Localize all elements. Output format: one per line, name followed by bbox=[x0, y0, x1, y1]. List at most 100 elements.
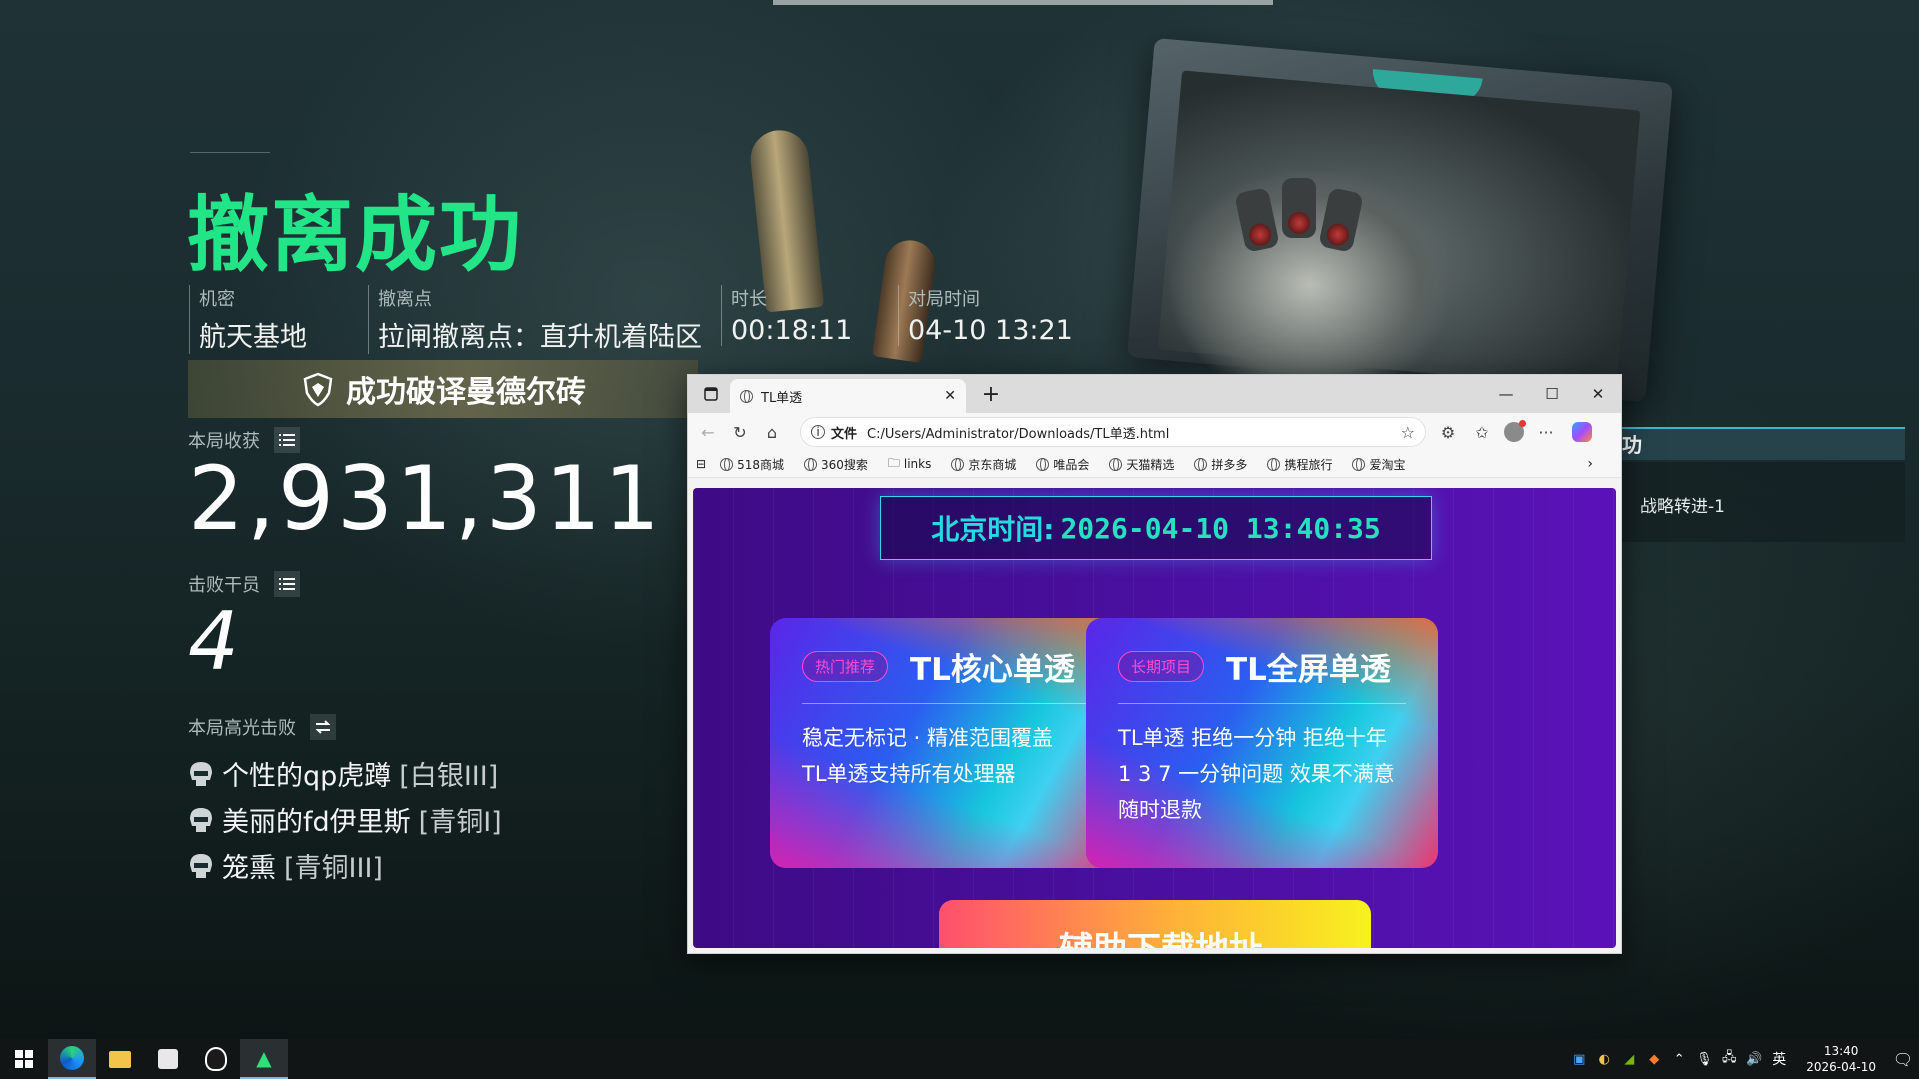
chevron-right-icon[interactable]: › bbox=[1587, 456, 1593, 472]
ime-indicator[interactable]: 英 bbox=[1771, 1051, 1787, 1068]
globe-icon bbox=[1036, 457, 1050, 471]
card-header: 长期项目 TL全屏单透 bbox=[1118, 644, 1406, 704]
bookmark-item[interactable]: 360搜索 bbox=[803, 456, 868, 473]
kills-value: 4 bbox=[188, 595, 239, 688]
notification-icon[interactable]: 🗨 bbox=[1893, 1050, 1913, 1069]
highlights-switch-button[interactable] bbox=[310, 714, 336, 740]
close-tab-icon[interactable]: ✕ bbox=[944, 388, 956, 404]
bookmarks-toggle-icon[interactable]: ⊟ bbox=[696, 457, 706, 471]
favorites-button[interactable]: ✩ bbox=[1466, 416, 1498, 448]
card-line: 1 3 7 一分钟问题 效果不满意 bbox=[1118, 762, 1395, 786]
bookmark-item[interactable]: 携程旅行 bbox=[1267, 456, 1332, 473]
taskbar-store[interactable] bbox=[144, 1039, 192, 1079]
right-panel-title-text: 功 bbox=[1622, 433, 1642, 457]
swap-icon bbox=[315, 720, 331, 734]
bookmark-label: links bbox=[903, 457, 932, 471]
system-tray: ▣ ◐ ◢ ◆ ⌃ 🎙 🖧 🔊 英 13:40 2026-04-10 🗨 bbox=[1571, 1039, 1919, 1079]
tray-date: 2026-04-10 bbox=[1806, 1060, 1876, 1074]
product-card-fullscreen[interactable]: 长期项目 TL全屏单透 TL单透 拒绝一分钟 拒绝十年 1 3 7 一分钟问题 … bbox=[1086, 618, 1438, 868]
back-button[interactable]: ← bbox=[692, 416, 724, 448]
kills-list-button[interactable] bbox=[274, 571, 300, 597]
meta-duration: 时长 00:18:11 bbox=[721, 285, 852, 346]
bookmark-label: 360搜索 bbox=[820, 457, 868, 472]
url-input[interactable]: i 文件 C:/Users/Administrator/Downloads/TL… bbox=[800, 417, 1426, 447]
more-menu-button[interactable]: ··· bbox=[1530, 416, 1562, 448]
goggle-icon bbox=[1234, 187, 1280, 253]
volume-icon[interactable]: 🔊 bbox=[1746, 1051, 1762, 1067]
globe-icon bbox=[720, 457, 734, 471]
highlight-kill-row: 美丽的fd伊里斯 [青铜I] bbox=[188, 800, 502, 839]
favorite-star-icon[interactable]: ☆ bbox=[1401, 423, 1415, 442]
meta-map: 机密 航天基地 bbox=[189, 285, 307, 354]
tray-security-icon[interactable]: ◆ bbox=[1646, 1051, 1662, 1067]
bookmark-folder[interactable]: 🗀 links bbox=[888, 454, 932, 475]
tab-tl[interactable]: TL单透 ✕ bbox=[730, 379, 966, 413]
tab-actions-button[interactable] bbox=[688, 375, 734, 413]
card-title: TL全屏单透 bbox=[1226, 652, 1391, 688]
meta-label: 时长 bbox=[731, 289, 767, 310]
taskbar-qq[interactable] bbox=[192, 1039, 240, 1079]
card-title: TL核心单透 bbox=[910, 652, 1075, 688]
tray-app-icon[interactable]: ▣ bbox=[1571, 1051, 1587, 1067]
highlight-kill-row: 笼熏 [青铜III] bbox=[188, 846, 383, 885]
card-line: TL单透支持所有处理器 bbox=[802, 762, 1016, 786]
tray-browser-icon[interactable]: ◐ bbox=[1596, 1051, 1612, 1067]
favorites-icon: ✩ bbox=[1475, 422, 1489, 442]
taskbar-edge[interactable] bbox=[48, 1039, 96, 1079]
extensions-button[interactable]: ⚙ bbox=[1432, 416, 1464, 448]
folder-icon: 🗀 bbox=[887, 455, 900, 470]
close-window-button[interactable]: ✕ bbox=[1575, 375, 1621, 413]
bookmark-item[interactable]: 唯品会 bbox=[1036, 456, 1089, 473]
network-icon[interactable]: 🖧 bbox=[1721, 1050, 1737, 1067]
taskbar-file-explorer[interactable] bbox=[96, 1039, 144, 1079]
list-icon bbox=[279, 578, 295, 590]
tray-time: 13:40 bbox=[1823, 1044, 1859, 1058]
microphone-icon[interactable]: 🎙 bbox=[1696, 1051, 1713, 1067]
clock-value: 2026-04-10 13:40:35 bbox=[1060, 511, 1381, 545]
highlight-name: 笼熏 bbox=[222, 853, 276, 884]
windows-taskbar: ▲ ▣ ◐ ◢ ◆ ⌃ 🎙 🖧 🔊 英 13:40 2026-04-10 🗨 bbox=[0, 1039, 1919, 1079]
kills-section: 击败干员 bbox=[188, 571, 300, 597]
card-line: 稳定无标记 · 精准范围覆盖 bbox=[802, 726, 1054, 750]
maximize-button[interactable]: ☐ bbox=[1529, 375, 1575, 413]
download-button[interactable]: 辅助下载地址 bbox=[939, 900, 1371, 948]
card-line: TL单透 拒绝一分钟 拒绝十年 bbox=[1118, 726, 1387, 750]
bookmark-item[interactable]: 爱淘宝 bbox=[1352, 456, 1405, 473]
goggle-icon bbox=[1282, 178, 1316, 238]
globe-icon bbox=[951, 457, 965, 471]
bookmark-item[interactable]: 天猫精选 bbox=[1109, 456, 1174, 473]
copilot-button[interactable] bbox=[1566, 416, 1598, 448]
windows-logo-icon bbox=[15, 1050, 33, 1068]
tab-title: TL单透 bbox=[761, 390, 803, 406]
ellipsis-icon: ··· bbox=[1538, 422, 1554, 442]
extensions-icon: ⚙ bbox=[1440, 422, 1456, 442]
tray-chevron-icon[interactable]: ⌃ bbox=[1671, 1051, 1687, 1067]
achievement-text: 成功破译曼德尔砖 bbox=[346, 375, 586, 410]
profile-button[interactable] bbox=[1498, 416, 1530, 448]
product-card-core[interactable]: 热门推荐 TL核心单透 稳定无标记 · 精准范围覆盖 TL单透支持所有处理器 bbox=[770, 618, 1122, 868]
card-line: 随时退款 bbox=[1118, 798, 1202, 822]
meta-label: 对局时间 bbox=[908, 289, 980, 310]
globe-icon bbox=[1352, 457, 1366, 471]
home-button[interactable]: ⌂ bbox=[756, 416, 788, 448]
bookmark-item[interactable]: 拼多多 bbox=[1194, 456, 1247, 473]
minimize-button[interactable]: — bbox=[1483, 375, 1529, 413]
start-button[interactable] bbox=[0, 1039, 48, 1079]
home-icon: ⌂ bbox=[766, 422, 778, 442]
bookmark-item[interactable]: 518商城 bbox=[720, 456, 784, 473]
url-scheme-label: 文件 bbox=[831, 426, 858, 442]
refresh-button[interactable]: ↻ bbox=[724, 416, 756, 448]
right-panel-item: 战略转进-1 bbox=[1640, 497, 1725, 517]
bookmark-item[interactable]: 京东商城 bbox=[951, 456, 1016, 473]
address-bar-row: ← ↻ ⌂ i 文件 C:/Users/Administrator/Downlo… bbox=[688, 413, 1621, 451]
card-description: TL单透 拒绝一分钟 拒绝十年 1 3 7 一分钟问题 效果不满意 随时退款 bbox=[1118, 720, 1406, 828]
taskbar-game[interactable]: ▲ bbox=[240, 1039, 288, 1079]
clock-area[interactable]: 13:40 2026-04-10 bbox=[1806, 1043, 1876, 1075]
tray-nvidia-icon[interactable]: ◢ bbox=[1621, 1051, 1637, 1067]
info-icon: i bbox=[811, 425, 825, 439]
new-tab-button[interactable]: + bbox=[968, 375, 1014, 413]
meta-value: 04-10 13:21 bbox=[908, 315, 1073, 346]
qq-penguin-icon bbox=[205, 1047, 227, 1071]
operator-portrait bbox=[1170, 170, 1450, 380]
meta-value: 航天基地 bbox=[199, 322, 307, 353]
